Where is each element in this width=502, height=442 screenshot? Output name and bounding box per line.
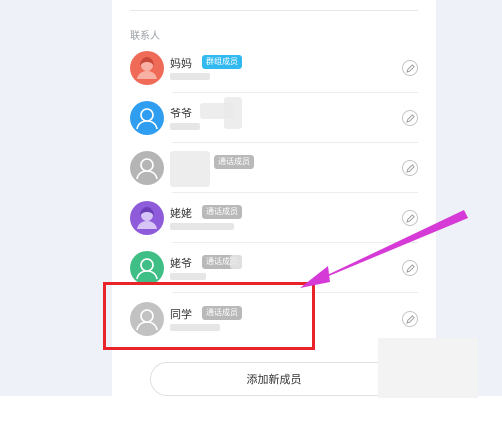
edit-button[interactable] <box>402 210 418 226</box>
contact-row[interactable]: 通话成员 <box>112 143 436 193</box>
edit-button[interactable] <box>402 311 418 327</box>
contact-row[interactable]: 姥姥 通话成员 <box>112 193 436 243</box>
pencil-icon <box>405 63 415 73</box>
person-icon <box>136 258 158 280</box>
section-title: 联系人 <box>130 31 160 42</box>
blur-overlay <box>378 338 478 398</box>
pencil-icon <box>405 314 415 324</box>
highlight-box <box>103 282 315 350</box>
contact-row[interactable]: 爷爷 <box>112 93 436 143</box>
person-icon <box>137 207 157 229</box>
contact-detail-redacted <box>170 273 206 280</box>
person-icon <box>137 57 157 79</box>
avatar <box>130 101 164 135</box>
person-icon <box>136 108 158 130</box>
background-right <box>436 0 502 396</box>
add-member-button[interactable]: 添加新成员 <box>150 362 398 396</box>
contact-name: 姥爷 <box>170 257 192 270</box>
contact-detail-redacted <box>170 123 200 130</box>
avatar <box>130 51 164 85</box>
contact-name: 姥姥 <box>170 207 192 220</box>
avatar <box>130 251 164 285</box>
status-badge: 群组成员 <box>202 55 242 69</box>
avatar <box>130 201 164 235</box>
contact-detail-redacted <box>170 223 234 230</box>
contact-name: 妈妈 <box>170 57 192 70</box>
pencil-icon <box>405 113 415 123</box>
edit-button[interactable] <box>402 160 418 176</box>
redacted-area <box>224 97 242 129</box>
person-icon <box>136 158 158 180</box>
contact-row[interactable]: 妈妈 群组成员 <box>112 43 436 93</box>
contact-detail-redacted <box>170 73 210 80</box>
divider <box>130 10 418 11</box>
contact-name: 爷爷 <box>170 107 192 120</box>
avatar <box>130 151 164 185</box>
edit-button[interactable] <box>402 60 418 76</box>
pencil-icon <box>405 263 415 273</box>
background-left <box>0 0 112 396</box>
status-badge: 通话成员 <box>214 155 254 169</box>
pencil-icon <box>405 213 415 223</box>
redacted-area <box>170 151 210 187</box>
redacted-area <box>230 255 242 269</box>
pencil-icon <box>405 163 415 173</box>
status-badge: 通话成员 <box>202 205 242 219</box>
edit-button[interactable] <box>402 110 418 126</box>
edit-button[interactable] <box>402 260 418 276</box>
